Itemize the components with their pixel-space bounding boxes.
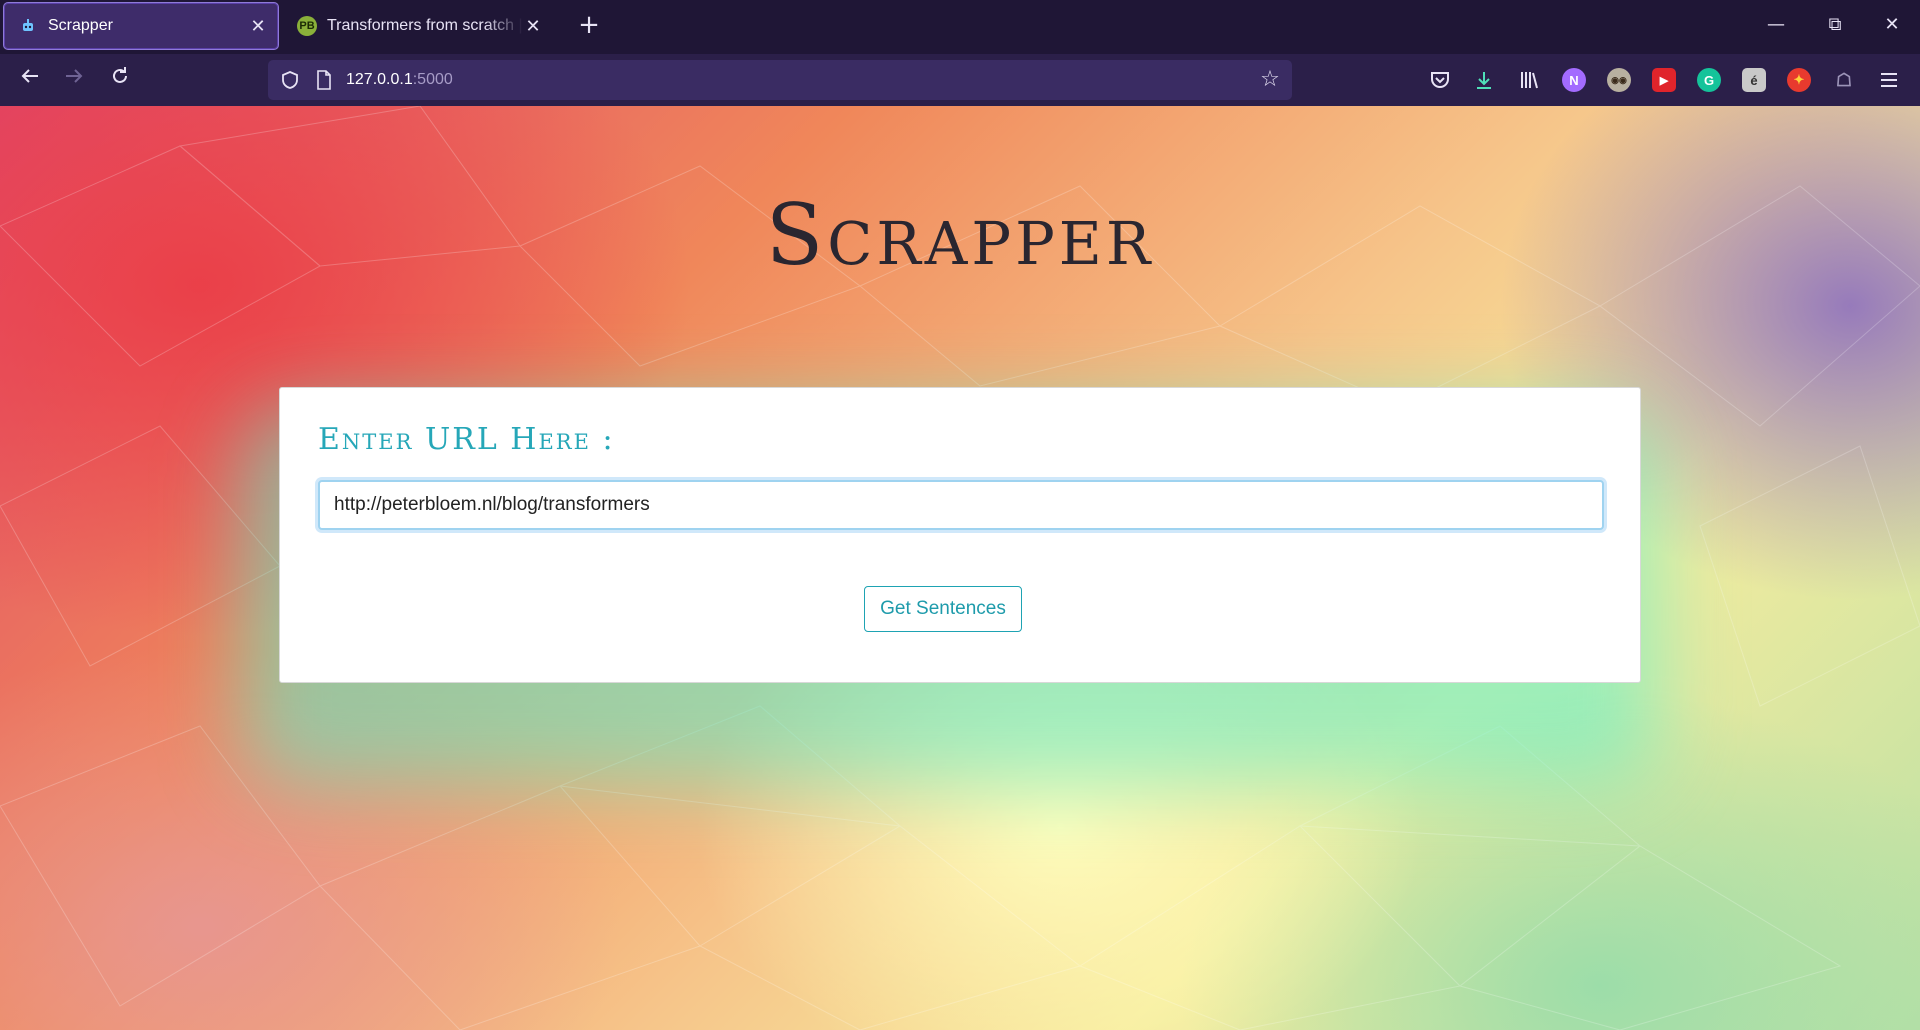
new-tab-icon[interactable]: + bbox=[574, 10, 604, 40]
reload-icon bbox=[113, 67, 127, 83]
forward-button[interactable] bbox=[58, 65, 90, 95]
close-tab-icon[interactable]: ✕ bbox=[523, 16, 543, 37]
url-label: Enter URL Here : bbox=[318, 422, 615, 457]
star-icon[interactable]: ☆ bbox=[1258, 68, 1282, 92]
tab-bar: Scrapper ✕ PB Transformers from scratch … bbox=[0, 0, 1920, 54]
octotree-extension-icon[interactable]: ☖ bbox=[1832, 68, 1856, 92]
owl-extension-icon[interactable]: ◉◉ bbox=[1607, 68, 1631, 92]
pb-favicon-icon: PB bbox=[297, 16, 317, 36]
page-icon[interactable] bbox=[312, 68, 336, 92]
youtube-extension-icon[interactable]: ▶ bbox=[1652, 68, 1676, 92]
shield-icon[interactable] bbox=[278, 68, 302, 92]
page-title: Scrapper bbox=[765, 186, 1155, 284]
download-icon[interactable] bbox=[1472, 68, 1496, 92]
url-text: 127.0.0.1:5000 bbox=[346, 71, 453, 89]
url-host: 127.0.0.1 bbox=[346, 71, 413, 88]
translate-extension-icon[interactable]: é bbox=[1742, 68, 1766, 92]
tab-scrapper[interactable]: Scrapper ✕ bbox=[3, 2, 279, 50]
notion-extension-icon[interactable]: N bbox=[1562, 68, 1586, 92]
close-tab-icon[interactable]: ✕ bbox=[248, 16, 268, 37]
address-bar[interactable]: 127.0.0.1:5000 ☆ bbox=[268, 60, 1292, 100]
tab-title: Scrapper bbox=[48, 17, 113, 34]
grammarly-extension-icon[interactable]: G bbox=[1697, 68, 1721, 92]
minimize-icon[interactable]: — bbox=[1756, 10, 1796, 40]
pocket-icon[interactable] bbox=[1428, 68, 1452, 92]
tab-transformers[interactable]: PB Transformers from scratch | peterbloe… bbox=[283, 2, 553, 50]
library-icon[interactable] bbox=[1517, 68, 1541, 92]
url-form-card: Enter URL Here : Get Sentences bbox=[279, 387, 1641, 683]
hamburger-menu-icon[interactable] bbox=[1877, 68, 1901, 92]
arrow-right-icon bbox=[66, 69, 83, 83]
url-port: :5000 bbox=[412, 71, 453, 88]
tab-title: Transformers from scratch | peterbloem.n… bbox=[327, 17, 523, 34]
robot-icon bbox=[18, 16, 38, 36]
navigation-toolbar: 127.0.0.1:5000 ☆ N ◉◉ ▶ G é ✦ ☖ bbox=[0, 54, 1920, 106]
restore-icon[interactable]: ⧉ bbox=[1815, 10, 1855, 40]
get-sentences-button[interactable]: Get Sentences bbox=[864, 586, 1022, 632]
back-button[interactable] bbox=[14, 65, 46, 95]
close-window-icon[interactable]: ✕ bbox=[1872, 10, 1912, 40]
reload-button[interactable] bbox=[104, 65, 136, 95]
arrow-left-icon bbox=[21, 69, 38, 83]
colorzilla-extension-icon[interactable]: ✦ bbox=[1787, 68, 1811, 92]
url-input[interactable] bbox=[318, 480, 1604, 530]
page-viewport: Scrapper Enter URL Here : Get Sentences bbox=[0, 106, 1920, 1030]
